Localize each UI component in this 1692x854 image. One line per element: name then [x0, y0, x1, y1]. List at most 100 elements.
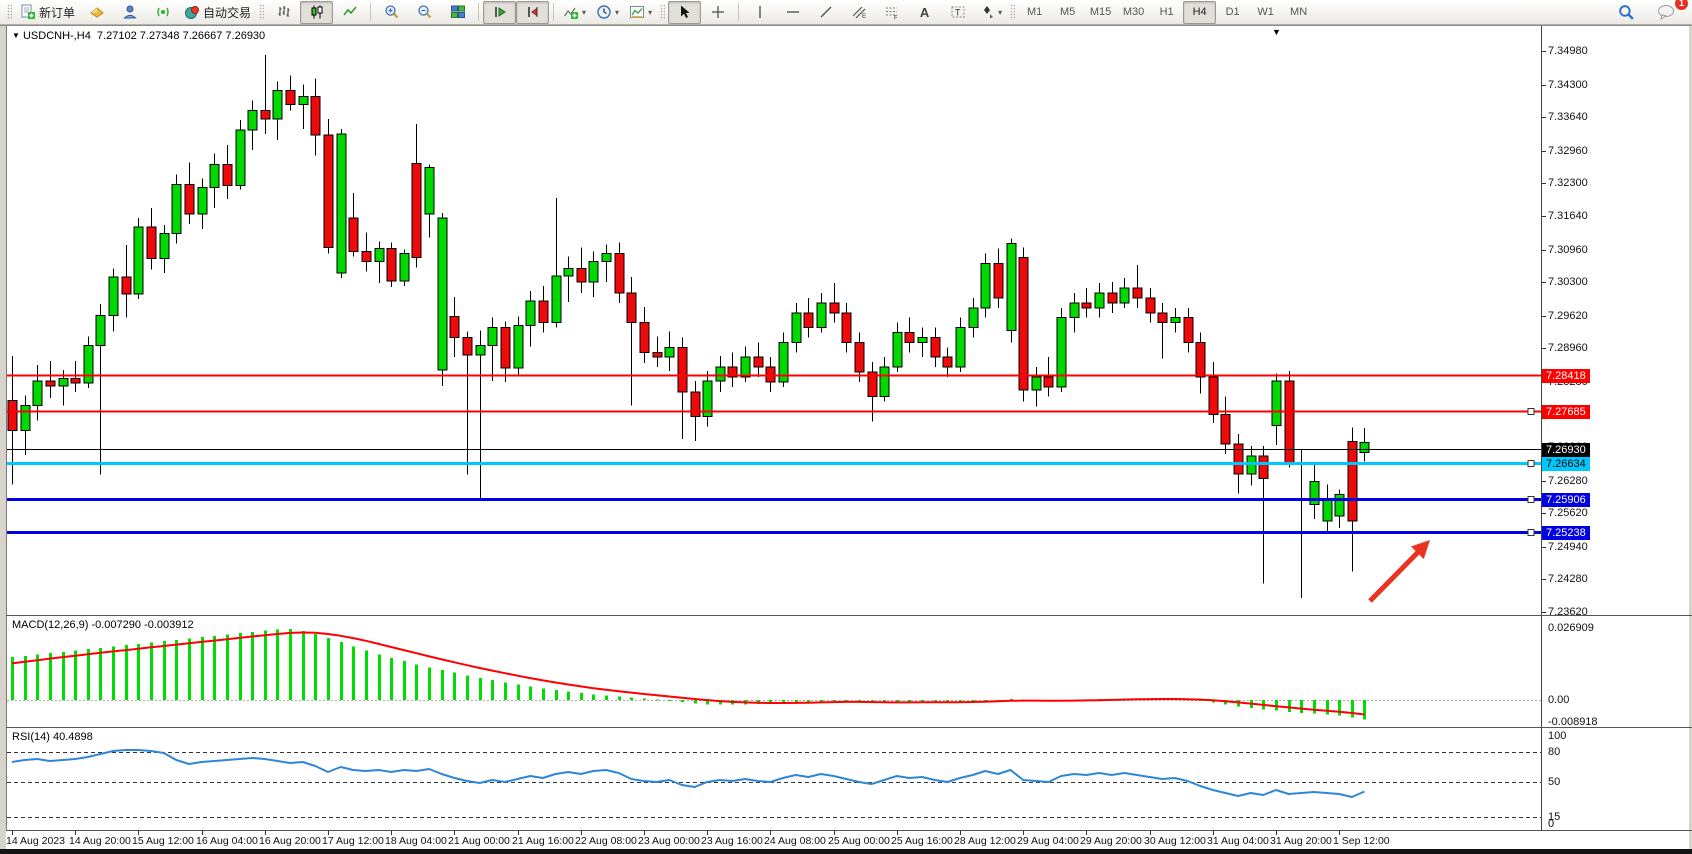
- tile-windows-button[interactable]: [441, 1, 474, 24]
- chart-shift-button[interactable]: [516, 1, 549, 24]
- macd-bar: [314, 634, 317, 700]
- price-line-tag: 7.26930: [1542, 443, 1590, 457]
- zoom-out-icon: [417, 4, 433, 20]
- macd-pane-canvas[interactable]: [7, 616, 1541, 727]
- line-endpoint-marker: [1528, 461, 1534, 467]
- fibonacci-tool-button[interactable]: F: [875, 1, 908, 24]
- price-tick-label: 7.34980: [1548, 45, 1588, 57]
- templates-button[interactable]: ▾: [624, 1, 657, 24]
- candle-body: [311, 96, 320, 135]
- price-tick-label: 7.25620: [1548, 507, 1588, 519]
- chart-line-button[interactable]: [333, 1, 366, 24]
- timeframe-m30-button[interactable]: M30: [1117, 1, 1150, 24]
- rsi-pane-separator[interactable]: [6, 727, 1692, 728]
- candle-body: [931, 337, 940, 357]
- macd-bar: [62, 652, 65, 700]
- candle-body: [375, 249, 384, 262]
- zoom-in-button[interactable]: [375, 1, 408, 24]
- macd-bar: [580, 693, 583, 700]
- toolbar-grip[interactable]: [259, 4, 264, 20]
- chart-symbol-period: USDCNH-,H4: [23, 30, 91, 42]
- zoom-out-button[interactable]: [408, 1, 441, 24]
- candle-body: [817, 303, 826, 328]
- community-button[interactable]: [113, 1, 146, 24]
- notifications-button[interactable]: 1: [1649, 1, 1682, 24]
- horizontal-line-tool-button[interactable]: [776, 1, 809, 24]
- toolbar-grip[interactable]: [7, 4, 12, 20]
- crosshair-tool-button[interactable]: [701, 1, 734, 24]
- macd-bar: [555, 690, 558, 700]
- chart-candles-button[interactable]: [300, 1, 333, 24]
- timeframe-w1-button[interactable]: W1: [1249, 1, 1282, 24]
- timeframe-m15-button[interactable]: M15: [1084, 1, 1117, 24]
- vertical-line-tool-button[interactable]: [743, 1, 776, 24]
- price-line-tag: 7.28418: [1542, 369, 1590, 383]
- periods-button[interactable]: ▾: [591, 1, 624, 24]
- signals-button[interactable]: [146, 1, 179, 24]
- price-tick-label: 7.26280: [1548, 475, 1588, 487]
- candle-body: [1032, 377, 1041, 390]
- indicators-button[interactable]: ▾: [558, 1, 591, 24]
- mt4-terminal: 新订单 自动交易: [0, 0, 1692, 854]
- timeframe-mn-button[interactable]: MN: [1282, 1, 1315, 24]
- candle-body: [830, 303, 839, 313]
- macd-bar: [643, 699, 646, 700]
- main-chart-canvas[interactable]: [7, 26, 1541, 615]
- rsi-axis-label: 80: [1548, 746, 1560, 758]
- candle-body: [210, 165, 219, 188]
- macd-bar: [289, 629, 292, 700]
- macd-histogram-group: [11, 629, 1366, 720]
- candle-body: [577, 268, 586, 282]
- toolbar-separator: [370, 3, 371, 21]
- toolbar-grip[interactable]: [660, 4, 665, 20]
- macd-bar: [479, 678, 482, 700]
- timeframe-h4-button[interactable]: H4: [1183, 1, 1216, 24]
- candle-body: [969, 308, 978, 328]
- chart-shift-marker-icon[interactable]: ▼: [1272, 27, 1281, 37]
- dropdown-caret-icon: ▾: [582, 8, 586, 17]
- toolbar-grip[interactable]: [1010, 4, 1015, 20]
- timeframe-m5-button[interactable]: M5: [1051, 1, 1084, 24]
- autotrade-button[interactable]: 自动交易: [179, 1, 256, 24]
- macd-bar: [833, 700, 836, 701]
- chart-ohlc-values: 7.27102 7.27348 7.26667 7.26930: [97, 30, 265, 42]
- auto-scroll-button[interactable]: [483, 1, 516, 24]
- candle-body: [349, 218, 358, 252]
- price-line-tag: 7.27685: [1542, 405, 1590, 419]
- macd-bar: [542, 688, 545, 700]
- collapse-triangle-icon[interactable]: ▼: [12, 31, 20, 40]
- macd-bar: [807, 700, 810, 702]
- candles-group: [8, 55, 1369, 598]
- macd-pane-separator[interactable]: [6, 615, 1692, 616]
- timeframe-d1-button[interactable]: D1: [1216, 1, 1249, 24]
- search-button[interactable]: [1610, 1, 1643, 24]
- trendline-tool-button[interactable]: [809, 1, 842, 24]
- date-axis-border: [6, 830, 1692, 831]
- rsi-axis-label: 100: [1548, 730, 1566, 742]
- candle-body: [1221, 414, 1230, 444]
- macd-bar: [239, 633, 242, 700]
- arrows-tool-button[interactable]: ▾: [974, 1, 1007, 24]
- candle-body: [589, 261, 598, 282]
- date-label: 31 Aug 20:00: [1270, 835, 1332, 847]
- date-label: 14 Aug 20:00: [69, 835, 131, 847]
- search-icon: [1618, 4, 1635, 21]
- candle-body: [1019, 257, 1028, 389]
- chart-bars-button[interactable]: [267, 1, 300, 24]
- profiles-button[interactable]: [80, 1, 113, 24]
- channel-tool-button[interactable]: E: [842, 1, 875, 24]
- candle-body: [33, 381, 42, 406]
- date-label: 21 Aug 00:00: [448, 835, 510, 847]
- candle-body: [198, 187, 207, 214]
- timeframe-h1-button[interactable]: H1: [1150, 1, 1183, 24]
- price-tick-label: 7.33640: [1548, 111, 1588, 123]
- new-order-button[interactable]: 新订单: [15, 1, 80, 24]
- macd-bar: [340, 642, 343, 700]
- cursor-tool-button[interactable]: [668, 1, 701, 24]
- timeframe-m1-button[interactable]: M1: [1018, 1, 1051, 24]
- date-label: 1 Sep 12:00: [1333, 835, 1390, 847]
- rsi-pane-canvas[interactable]: [7, 728, 1541, 830]
- text-label-tool-button[interactable]: T: [941, 1, 974, 24]
- candle-body: [476, 345, 485, 355]
- text-tool-button[interactable]: A: [908, 1, 941, 24]
